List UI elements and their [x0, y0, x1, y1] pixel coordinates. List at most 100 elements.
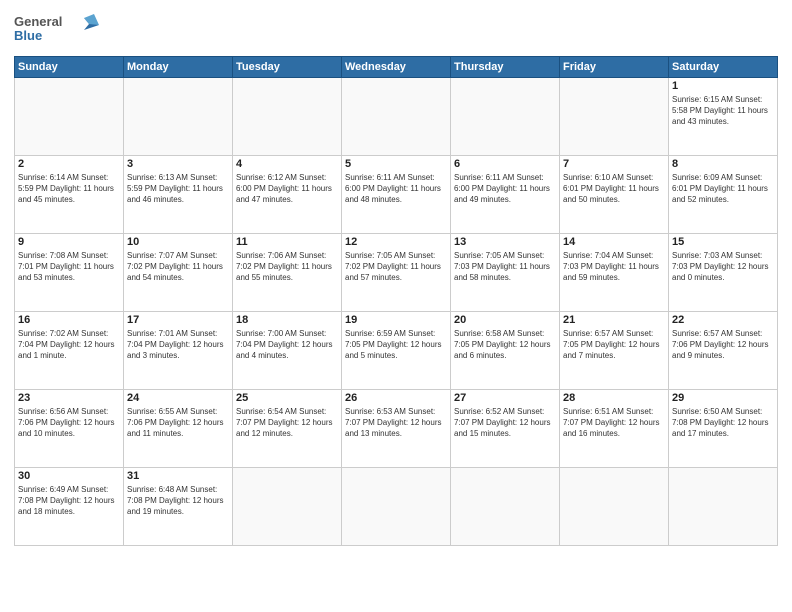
calendar-cell — [451, 78, 560, 156]
calendar-cell: 9 Sunrise: 7:08 AM Sunset: 7:01 PM Daylig… — [15, 234, 124, 312]
calendar-cell — [451, 468, 560, 546]
day-info: Sunrise: 7:05 AM Sunset: 7:02 PM Dayligh… — [345, 250, 447, 284]
svg-text:General: General — [14, 14, 62, 29]
calendar-cell: 18 Sunrise: 7:00 AM Sunset: 7:04 PM Dayli… — [233, 312, 342, 390]
calendar-cell: 28 Sunrise: 6:51 AM Sunset: 7:07 PM Dayli… — [560, 390, 669, 468]
calendar-cell: 19Sunrise: 6:59 AM Sunset: 7:05 PM Dayli… — [342, 312, 451, 390]
calendar-cell — [560, 468, 669, 546]
calendar-cell: 3 Sunrise: 6:13 AM Sunset: 5:59 PM Daylig… — [124, 156, 233, 234]
weekday-header-thursday: Thursday — [451, 57, 560, 78]
day-info: Sunrise: 7:06 AM Sunset: 7:02 PM Dayligh… — [236, 250, 338, 284]
day-number: 16 — [18, 314, 120, 326]
day-number: 19 — [345, 314, 447, 326]
week-row-1: 2 Sunrise: 6:14 AM Sunset: 5:59 PM Daylig… — [15, 156, 778, 234]
calendar-cell: 30 Sunrise: 6:49 AM Sunset: 7:08 PM Dayli… — [15, 468, 124, 546]
day-info: Sunrise: 7:07 AM Sunset: 7:02 PM Dayligh… — [127, 250, 229, 284]
header: General Blue — [14, 10, 778, 50]
calendar-header: SundayMondayTuesdayWednesdayThursdayFrid… — [15, 57, 778, 78]
calendar-cell: 27 Sunrise: 6:52 AM Sunset: 7:07 PM Dayli… — [451, 390, 560, 468]
calendar-cell: 5 Sunrise: 6:11 AM Sunset: 6:00 PM Daylig… — [342, 156, 451, 234]
calendar-cell: 16 Sunrise: 7:02 AM Sunset: 7:04 PM Dayli… — [15, 312, 124, 390]
day-number: 20 — [454, 314, 556, 326]
day-number: 4 — [236, 158, 338, 170]
calendar-cell: 1Sunrise: 6:15 AM Sunset: 5:58 PM Daylig… — [669, 78, 778, 156]
day-info: Sunrise: 6:11 AM Sunset: 6:00 PM Dayligh… — [454, 172, 556, 206]
logo: General Blue — [14, 10, 104, 50]
day-number: 18 — [236, 314, 338, 326]
calendar-cell: 29 Sunrise: 6:50 AM Sunset: 7:08 PM Dayli… — [669, 390, 778, 468]
day-number: 15 — [672, 236, 774, 248]
day-info: Sunrise: 6:09 AM Sunset: 6:01 PM Dayligh… — [672, 172, 774, 206]
weekday-row: SundayMondayTuesdayWednesdayThursdayFrid… — [15, 57, 778, 78]
calendar-cell — [669, 468, 778, 546]
day-number: 13 — [454, 236, 556, 248]
calendar-cell — [560, 78, 669, 156]
weekday-header-friday: Friday — [560, 57, 669, 78]
day-info: Sunrise: 7:00 AM Sunset: 7:04 PM Dayligh… — [236, 328, 338, 362]
day-number: 27 — [454, 392, 556, 404]
day-info: Sunrise: 6:12 AM Sunset: 6:00 PM Dayligh… — [236, 172, 338, 206]
day-info: Sunrise: 7:02 AM Sunset: 7:04 PM Dayligh… — [18, 328, 120, 362]
week-row-0: 1Sunrise: 6:15 AM Sunset: 5:58 PM Daylig… — [15, 78, 778, 156]
day-number: 10 — [127, 236, 229, 248]
day-number: 17 — [127, 314, 229, 326]
calendar-cell: 6 Sunrise: 6:11 AM Sunset: 6:00 PM Daylig… — [451, 156, 560, 234]
day-info: Sunrise: 6:11 AM Sunset: 6:00 PM Dayligh… — [345, 172, 447, 206]
day-number: 5 — [345, 158, 447, 170]
weekday-header-wednesday: Wednesday — [342, 57, 451, 78]
day-info: Sunrise: 7:03 AM Sunset: 7:03 PM Dayligh… — [672, 250, 774, 284]
calendar-body: 1Sunrise: 6:15 AM Sunset: 5:58 PM Daylig… — [15, 78, 778, 546]
day-info: Sunrise: 6:14 AM Sunset: 5:59 PM Dayligh… — [18, 172, 120, 206]
calendar-cell: 8Sunrise: 6:09 AM Sunset: 6:01 PM Daylig… — [669, 156, 778, 234]
calendar-cell: 10 Sunrise: 7:07 AM Sunset: 7:02 PM Dayli… — [124, 234, 233, 312]
day-info: Sunrise: 7:05 AM Sunset: 7:03 PM Dayligh… — [454, 250, 556, 284]
day-info: Sunrise: 6:50 AM Sunset: 7:08 PM Dayligh… — [672, 406, 774, 440]
calendar-cell — [233, 468, 342, 546]
calendar-cell: 23 Sunrise: 6:56 AM Sunset: 7:06 PM Dayli… — [15, 390, 124, 468]
day-info: Sunrise: 6:51 AM Sunset: 7:07 PM Dayligh… — [563, 406, 665, 440]
calendar-cell: 4 Sunrise: 6:12 AM Sunset: 6:00 PM Daylig… — [233, 156, 342, 234]
calendar-cell: 17 Sunrise: 7:01 AM Sunset: 7:04 PM Dayli… — [124, 312, 233, 390]
day-info: Sunrise: 6:52 AM Sunset: 7:07 PM Dayligh… — [454, 406, 556, 440]
calendar-cell — [342, 78, 451, 156]
day-number: 23 — [18, 392, 120, 404]
calendar-cell: 11 Sunrise: 7:06 AM Sunset: 7:02 PM Dayli… — [233, 234, 342, 312]
week-row-2: 9 Sunrise: 7:08 AM Sunset: 7:01 PM Daylig… — [15, 234, 778, 312]
calendar-cell: 12Sunrise: 7:05 AM Sunset: 7:02 PM Dayli… — [342, 234, 451, 312]
day-number: 29 — [672, 392, 774, 404]
week-row-3: 16 Sunrise: 7:02 AM Sunset: 7:04 PM Dayli… — [15, 312, 778, 390]
day-number: 30 — [18, 470, 120, 482]
day-info: Sunrise: 6:57 AM Sunset: 7:05 PM Dayligh… — [563, 328, 665, 362]
svg-text:Blue: Blue — [14, 28, 42, 43]
day-number: 28 — [563, 392, 665, 404]
page: General Blue SundayMondayTuesdayWednesda… — [0, 0, 792, 556]
day-info: Sunrise: 6:54 AM Sunset: 7:07 PM Dayligh… — [236, 406, 338, 440]
calendar-cell: 31Sunrise: 6:48 AM Sunset: 7:08 PM Dayli… — [124, 468, 233, 546]
day-info: Sunrise: 6:49 AM Sunset: 7:08 PM Dayligh… — [18, 484, 120, 518]
day-info: Sunrise: 6:48 AM Sunset: 7:08 PM Dayligh… — [127, 484, 229, 518]
day-info: Sunrise: 6:10 AM Sunset: 6:01 PM Dayligh… — [563, 172, 665, 206]
day-number: 9 — [18, 236, 120, 248]
calendar-cell: 22Sunrise: 6:57 AM Sunset: 7:06 PM Dayli… — [669, 312, 778, 390]
day-number: 14 — [563, 236, 665, 248]
day-info: Sunrise: 6:57 AM Sunset: 7:06 PM Dayligh… — [672, 328, 774, 362]
calendar-cell: 13 Sunrise: 7:05 AM Sunset: 7:03 PM Dayli… — [451, 234, 560, 312]
calendar-cell: 21Sunrise: 6:57 AM Sunset: 7:05 PM Dayli… — [560, 312, 669, 390]
day-info: Sunrise: 6:53 AM Sunset: 7:07 PM Dayligh… — [345, 406, 447, 440]
day-number: 2 — [18, 158, 120, 170]
calendar: SundayMondayTuesdayWednesdayThursdayFrid… — [14, 56, 778, 546]
day-number: 6 — [454, 158, 556, 170]
calendar-cell: 26Sunrise: 6:53 AM Sunset: 7:07 PM Dayli… — [342, 390, 451, 468]
day-info: Sunrise: 6:13 AM Sunset: 5:59 PM Dayligh… — [127, 172, 229, 206]
day-number: 11 — [236, 236, 338, 248]
day-number: 3 — [127, 158, 229, 170]
calendar-cell: 14Sunrise: 7:04 AM Sunset: 7:03 PM Dayli… — [560, 234, 669, 312]
week-row-4: 23 Sunrise: 6:56 AM Sunset: 7:06 PM Dayli… — [15, 390, 778, 468]
calendar-cell: 25Sunrise: 6:54 AM Sunset: 7:07 PM Dayli… — [233, 390, 342, 468]
day-info: Sunrise: 7:01 AM Sunset: 7:04 PM Dayligh… — [127, 328, 229, 362]
week-row-5: 30 Sunrise: 6:49 AM Sunset: 7:08 PM Dayli… — [15, 468, 778, 546]
day-info: Sunrise: 7:08 AM Sunset: 7:01 PM Dayligh… — [18, 250, 120, 284]
weekday-header-tuesday: Tuesday — [233, 57, 342, 78]
day-info: Sunrise: 6:56 AM Sunset: 7:06 PM Dayligh… — [18, 406, 120, 440]
calendar-cell: 2 Sunrise: 6:14 AM Sunset: 5:59 PM Daylig… — [15, 156, 124, 234]
